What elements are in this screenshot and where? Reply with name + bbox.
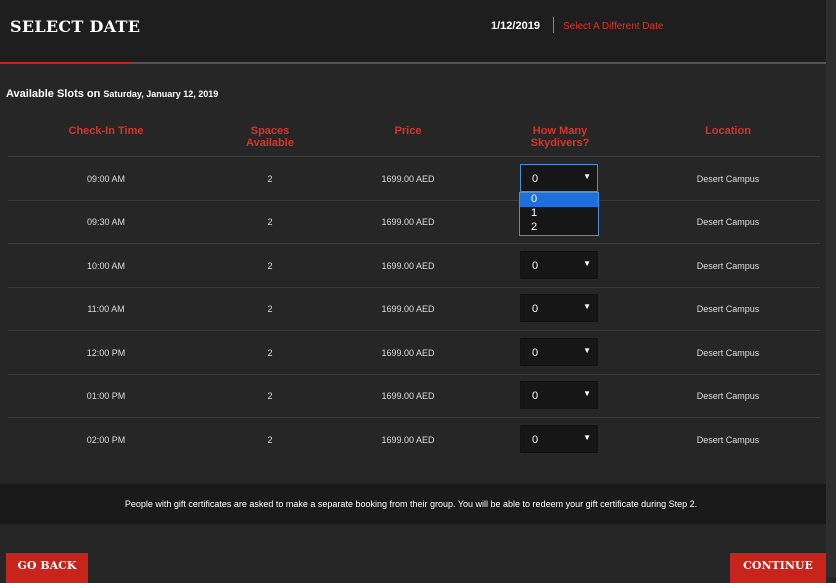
spaces-available: 2 (267, 217, 273, 227)
location: Desert Campus (696, 261, 760, 271)
checkin-time: 11:00 AM (87, 304, 125, 314)
location: Desert Campus (696, 174, 760, 184)
row-divider (8, 243, 820, 244)
checkin-time: 10:00 AM (86, 261, 126, 271)
select-different-date-link[interactable]: Select A Different Date (563, 21, 663, 32)
location: Desert Campus (696, 217, 760, 227)
notice-text: People with gift certificates are asked … (124, 499, 698, 509)
gift-certificate-notice: People with gift certificates are asked … (0, 484, 826, 524)
dropdown-option[interactable]: 0 (520, 193, 598, 207)
checkin-time: 12:00 PM (86, 348, 126, 358)
spaces-available: 2 (267, 391, 273, 401)
skydivers-select-value: 0 (532, 434, 539, 446)
chevron-down-icon: ▼ (583, 346, 591, 355)
column-header-price: Price (358, 125, 458, 137)
skydivers-dropdown-list: 0 1 2 (519, 192, 599, 236)
column-header-skydivers-line2: Skydivers? (530, 137, 590, 149)
dropdown-option-label: 1 (531, 207, 538, 219)
column-header-spaces-line2: Available (246, 137, 294, 149)
spaces-available: 2 (267, 174, 273, 184)
header-rule-accent (0, 62, 132, 64)
chevron-down-icon: ▼ (583, 259, 591, 268)
location: Desert Campus (696, 304, 760, 314)
skydivers-select[interactable]: 0 ▼ (520, 251, 598, 279)
header-divider (553, 17, 554, 33)
price: 1699.00 AED (381, 391, 435, 401)
skydivers-select[interactable]: 0 ▼ (520, 381, 598, 409)
price: 1699.00 AED (381, 304, 435, 314)
go-back-button[interactable]: GO BACK (6, 553, 88, 583)
column-header-price-label: Price (394, 125, 422, 137)
skydivers-select[interactable]: 0 ▼ (520, 164, 598, 192)
column-header-location-label: Location (705, 125, 751, 137)
spaces-available: 2 (267, 304, 273, 314)
chevron-down-icon: ▼ (583, 389, 591, 398)
column-header-spaces-line1: Spaces (250, 125, 290, 137)
checkin-time: 09:30 AM (86, 217, 126, 227)
column-header-checkin: Check-In Time (46, 125, 166, 137)
page-header: SELECT DATE 1/12/2019 Select A Different… (0, 0, 826, 62)
column-header-skydivers-line1: How Many (532, 125, 588, 137)
skydivers-select-value: 0 (532, 347, 539, 359)
skydivers-select-value: 0 (532, 260, 539, 272)
row-divider (8, 374, 820, 375)
chevron-down-icon: ▼ (583, 172, 591, 181)
continue-button[interactable]: CONTINUE (730, 553, 826, 583)
skydivers-select-value: 0 (532, 390, 539, 402)
skydivers-select-value: 0 (532, 173, 539, 185)
column-header-spaces: Spaces Available (220, 125, 320, 149)
checkin-time: 09:00 AM (86, 174, 126, 184)
dropdown-option-label: 2 (531, 221, 538, 233)
skydivers-select-value: 0 (532, 303, 539, 315)
dropdown-option[interactable]: 2 (520, 221, 598, 235)
location: Desert Campus (696, 391, 760, 401)
checkin-time: 01:00 PM (86, 391, 126, 401)
spaces-available: 2 (267, 435, 273, 445)
row-divider (8, 330, 820, 331)
skydivers-select[interactable]: 0 ▼ (520, 425, 598, 453)
price: 1699.00 AED (381, 174, 435, 184)
column-header-skydivers: How Many Skydivers? (500, 125, 620, 149)
column-header-checkin-label: Check-In Time (68, 125, 144, 137)
location: Desert Campus (696, 348, 760, 358)
skydivers-select[interactable]: 0 ▼ (520, 294, 598, 322)
selected-date: 1/12/2019 (491, 20, 540, 32)
chevron-down-icon: ▼ (583, 302, 591, 311)
row-divider (8, 200, 820, 201)
column-header-location: Location (668, 125, 788, 137)
location: Desert Campus (696, 435, 760, 445)
available-slots-label: Available Slots on (6, 88, 101, 100)
price: 1699.00 AED (381, 217, 435, 227)
available-slots-date: Saturday, January 12, 2019 (103, 89, 219, 99)
price: 1699.00 AED (381, 348, 435, 358)
price: 1699.00 AED (381, 435, 435, 445)
price: 1699.00 AED (381, 261, 435, 271)
available-slots-heading: Available Slots on Saturday, January 12,… (6, 88, 218, 100)
checkin-time: 02:00 PM (86, 435, 126, 445)
row-divider (8, 417, 820, 418)
chevron-down-icon: ▼ (583, 433, 591, 442)
dropdown-option[interactable]: 1 (520, 207, 598, 221)
spaces-available: 2 (267, 348, 273, 358)
skydivers-select[interactable]: 0 ▼ (520, 338, 598, 366)
page-title: SELECT DATE (10, 17, 141, 36)
row-divider (8, 156, 820, 157)
dropdown-option-label: 0 (531, 193, 538, 205)
spaces-available: 2 (267, 261, 273, 271)
row-divider (8, 287, 820, 288)
scrollbar[interactable] (826, 0, 836, 577)
